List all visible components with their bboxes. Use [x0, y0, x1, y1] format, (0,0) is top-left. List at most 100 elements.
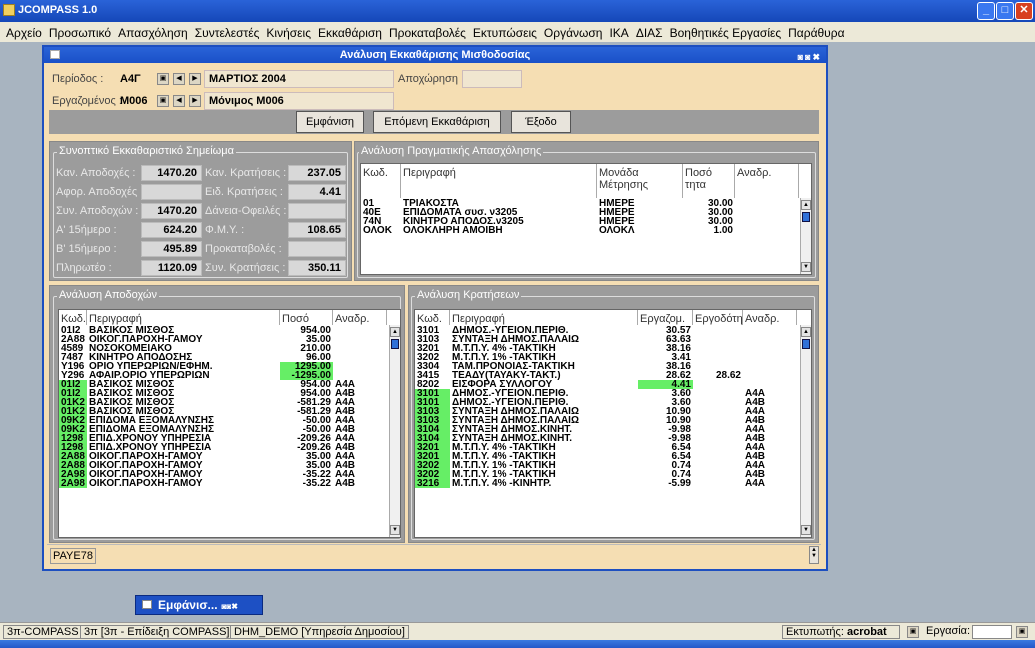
- table-cell: 2Α88: [59, 452, 87, 461]
- employee-prev-icon[interactable]: ◀: [173, 95, 185, 107]
- menu-item[interactable]: ΔΙΑΣ: [636, 26, 663, 40]
- deductions-row[interactable]: 3104 ΣΥΝΤΑΞΗ ΔΗΜΟΣ.ΚΙΝΗΤ. -9.98 Α4Α: [415, 425, 797, 434]
- next-clearance-button[interactable]: Επόμενη Εκκαθάριση: [373, 111, 501, 133]
- job-field[interactable]: [972, 625, 1012, 639]
- period-prev-icon[interactable]: ◀: [173, 73, 185, 85]
- earnings-row[interactable]: 01Κ2 ΒΑΣΙΚΟΣ ΜΙΣΘΟΣ -581.29 Α4Α: [59, 398, 387, 407]
- earnings-row[interactable]: 7487 ΚΙΝΗΤΡΟ ΑΠΟΔΟΣΗΣ 96.00: [59, 353, 387, 362]
- deductions-row[interactable]: 3101 ΔΗΜΟΣ.-ΥΓΕΙΟΝ.ΠΕΡΙΘ. 3.60 Α4Β: [415, 398, 797, 407]
- earnings-row[interactable]: 09Κ2 ΕΠΙΔΟΜΑ ΕΞΟΜΑΛΥΝΣΗΣ -50.00 Α4Α: [59, 416, 387, 425]
- deductions-row[interactable]: 3103 ΣΥΝΤΑΞΗ ΔΗΜΟΣ.ΠΑΛΑΙΩ 10.90 Α4Α: [415, 407, 797, 416]
- printer-field: Εκτυπωτής: acrobat: [782, 625, 900, 639]
- scroll-thumb[interactable]: [391, 339, 399, 349]
- employee-search-icon[interactable]: ▣: [157, 95, 169, 107]
- menu-item[interactable]: Κινήσεις: [266, 26, 311, 40]
- table-cell: 0.74: [671, 470, 691, 479]
- deductions-row[interactable]: 3103 ΣΥΝΤΑΞΗ ΔΗΜΟΣ.ΠΑΛΑΙΩ 10.90 Α4Β: [415, 416, 797, 425]
- deductions-row[interactable]: 3101 ΔΗΜΟΣ.-ΥΓΕΙΟΝ.ΠΕΡΙΘ. 30.57: [415, 326, 797, 335]
- earnings-row[interactable]: 4589 ΝΟΣΟΚΟΜΕΙΑΚΟ 210.00: [59, 344, 387, 353]
- job-select-icon[interactable]: ▣: [1016, 626, 1028, 638]
- deductions-row[interactable]: 3202 Μ.Τ.Π.Υ. 1% -ΤΑΚΤΙΚΗ 3.41: [415, 353, 797, 362]
- deductions-row[interactable]: 3201 Μ.Τ.Π.Υ. 4% -ΤΑΚΤΙΚΗ 38.16: [415, 344, 797, 353]
- status-spinner-icon[interactable]: ▲ ▼: [809, 546, 819, 564]
- menu-item[interactable]: Αρχείο: [6, 26, 42, 40]
- menu-item[interactable]: Προσωπικό: [49, 26, 111, 40]
- menu-item[interactable]: Οργάνωση: [544, 26, 603, 40]
- minimized-window[interactable]: Εμφάνισ... ◙◙✖: [135, 595, 263, 615]
- earnings-row[interactable]: 2Α98 ΟΙΚΟΓ.ΠΑΡΟΧΗ-ΓΑΜΟΥ -35.22 Α4Β: [59, 479, 387, 488]
- scroll-down-icon[interactable]: ▼: [801, 525, 811, 535]
- deductions-row[interactable]: 3104 ΣΥΝΤΑΞΗ ΔΗΜΟΣ.ΚΙΝΗΤ. -9.98 Α4Β: [415, 434, 797, 443]
- employee-code: Μ006: [120, 95, 148, 107]
- table-cell: -35.22: [302, 479, 331, 488]
- deductions-row[interactable]: 3202 Μ.Τ.Π.Υ. 1% -ΤΑΚΤΙΚΗ 0.74 Α4Β: [415, 470, 797, 479]
- table-scrollbar[interactable]: ▲ ▼: [800, 325, 811, 537]
- menu-item[interactable]: Εκτυπώσεις: [473, 26, 537, 40]
- earnings-row[interactable]: 2Α98 ΟΙΚΟΓ.ΠΑΡΟΧΗ-ΓΑΜΟΥ -35.22 Α4Α: [59, 470, 387, 479]
- deductions-row[interactable]: 3201 Μ.Τ.Π.Υ. 4% -ΤΑΚΤΙΚΗ 6.54 Α4Β: [415, 452, 797, 461]
- period-search-icon[interactable]: ▣: [157, 73, 169, 85]
- table-cell: ΚΙΝΗΤΡΟ ΑΠΟΔΟΣΗΣ: [89, 353, 193, 362]
- table-cell: 74Ν: [363, 217, 382, 226]
- menu-item[interactable]: ΙΚΑ: [609, 26, 628, 40]
- scroll-up-icon[interactable]: ▲: [390, 327, 400, 337]
- summary-right-label: Ειδ. Κρατήσεις :: [205, 186, 283, 198]
- earnings-row[interactable]: Υ296 ΑΦΑΙΡ.ΟΡΙΟ ΥΠΕΡΩΡΙΩΝ -1295.00: [59, 371, 387, 380]
- scroll-thumb[interactable]: [802, 339, 810, 349]
- scroll-up-icon[interactable]: ▲: [801, 327, 811, 337]
- earnings-row[interactable]: 2Α88 ΟΙΚΟΓ.ΠΑΡΟΧΗ-ΓΑΜΟΥ 35.00: [59, 335, 387, 344]
- earnings-row[interactable]: 01Ι2 ΒΑΣΙΚΟΣ ΜΙΣΘΟΣ 954.00 Α4Β: [59, 389, 387, 398]
- employment-row[interactable]: 74Ν ΚΙΝΗΤΡΟ ΑΠΟΔΟΣ.ν3205 ΗΜΕΡΕ 30.00: [361, 217, 799, 226]
- deductions-row[interactable]: 3103 ΣΥΝΤΑΞΗ ΔΗΜΟΣ.ΠΑΛΑΙΩ 63.63: [415, 335, 797, 344]
- close-button[interactable]: ✕: [1015, 2, 1033, 20]
- scroll-down-icon[interactable]: ▼: [390, 525, 400, 535]
- window-controls-icon[interactable]: ◙◙✖: [798, 49, 822, 65]
- deductions-row[interactable]: 3304 ΤΑΜ.ΠΡΟΝΟΙΑΣ-ΤΑΚΤΙΚΗ 38.16: [415, 362, 797, 371]
- table-scrollbar[interactable]: ▲ ▼: [800, 198, 811, 274]
- deductions-row[interactable]: 3201 Μ.Τ.Π.Υ. 4% -ΤΑΚΤΙΚΗ 6.54 Α4Α: [415, 443, 797, 452]
- scroll-down-icon[interactable]: ▼: [801, 262, 811, 272]
- scroll-thumb[interactable]: [802, 212, 810, 222]
- employment-row[interactable]: 40Ε ΕΠΙΔΟΜΑΤΑ συσ. ν3205 ΗΜΕΡΕ 30.00: [361, 208, 799, 217]
- deductions-row[interactable]: 8202 ΕΙΣΦΟΡΑ ΣΥΛΛΟΓΟΥ 4.41: [415, 380, 797, 389]
- scroll-up-icon[interactable]: ▲: [801, 200, 811, 210]
- employment-row[interactable]: ΟΛΟΚ ΟΛΟΚΛΗΡΗ ΑΜΟΙΒΗ ΟΛΟΚΛ 1.00: [361, 226, 799, 235]
- table-cell: Μ.Τ.Π.Υ. 4% -ΤΑΚΤΙΚΗ: [452, 443, 556, 452]
- earnings-row[interactable]: 1298 ΕΠΙΔ.ΧΡΟΝΟΥ ΥΠΗΡΕΣΙΑ -209.26 Α4Β: [59, 443, 387, 452]
- menu-item[interactable]: Εκκαθάριση: [318, 26, 382, 40]
- earnings-row[interactable]: 2Α88 ΟΙΚΟΓ.ΠΑΡΟΧΗ-ΓΑΜΟΥ 35.00 Α4Α: [59, 452, 387, 461]
- maximize-button[interactable]: □: [996, 2, 1014, 20]
- table-scrollbar[interactable]: ▲ ▼: [389, 325, 400, 537]
- minimize-button[interactable]: _: [977, 2, 995, 20]
- table-cell: 28.62: [665, 371, 691, 380]
- earnings-row[interactable]: 1298 ΕΠΙΔ.ΧΡΟΝΟΥ ΥΠΗΡΕΣΙΑ -209.26 Α4Α: [59, 434, 387, 443]
- exit-button[interactable]: Έξοδο: [511, 111, 571, 133]
- menu-item[interactable]: Παράθυρα: [788, 26, 844, 40]
- employee-next-icon[interactable]: ▶: [189, 95, 201, 107]
- earnings-row[interactable]: 01Ι2 ΒΑΣΙΚΟΣ ΜΙΣΘΟΣ 954.00: [59, 326, 387, 335]
- employment-row[interactable]: 01 ΤΡΙΑΚΟΣΤΑ ΗΜΕΡΕ 30.00: [361, 199, 799, 208]
- printer-select-icon[interactable]: ▣: [907, 626, 919, 638]
- table-cell: Α4Α: [335, 416, 356, 425]
- departure-field[interactable]: [462, 70, 522, 88]
- period-next-icon[interactable]: ▶: [189, 73, 201, 85]
- minimized-controls-icon[interactable]: ◙◙✖: [222, 602, 238, 611]
- earnings-row[interactable]: 01Κ2 ΒΑΣΙΚΟΣ ΜΙΣΘΟΣ -581.29 Α4Β: [59, 407, 387, 416]
- table-cell: Α4Β: [335, 461, 356, 470]
- menu-item[interactable]: Συντελεστές: [195, 26, 260, 40]
- deductions-row[interactable]: 3101 ΔΗΜΟΣ.-ΥΓΕΙΟΝ.ΠΕΡΙΘ. 3.60 Α4Α: [415, 389, 797, 398]
- menu-item[interactable]: Απασχόληση: [118, 26, 188, 40]
- menu-item[interactable]: Βοηθητικές Εργασίες: [670, 26, 782, 40]
- table-header: Μονάδα Μέτρησης: [597, 164, 683, 198]
- deductions-row[interactable]: 3216 Μ.Τ.Π.Υ. 4% -ΚΙΝΗΤΡ. -5.99 Α4Α: [415, 479, 797, 488]
- deductions-row[interactable]: 3202 Μ.Τ.Π.Υ. 1% -ΤΑΚΤΙΚΗ 0.74 Α4Α: [415, 461, 797, 470]
- table-cell: 3.60: [671, 389, 691, 398]
- menu-item[interactable]: Προκαταβολές: [389, 26, 466, 40]
- earnings-row[interactable]: 09Κ2 ΕΠΙΔΟΜΑ ΕΞΟΜΑΛΥΝΣΗΣ -50.00 Α4Β: [59, 425, 387, 434]
- show-button[interactable]: Εμφάνιση: [296, 111, 364, 133]
- earnings-row[interactable]: 01Ι2 ΒΑΣΙΚΟΣ ΜΙΣΘΟΣ 954.00 Α4Α: [59, 380, 387, 389]
- taskbar: [0, 640, 1035, 648]
- earnings-row[interactable]: 2Α88 ΟΙΚΟΓ.ΠΑΡΟΧΗ-ΓΑΜΟΥ 35.00 Α4Β: [59, 461, 387, 470]
- earnings-row[interactable]: Υ196 ΟΡΙΟ ΥΠΕΡΩΡΙΩΝ/ΕΦΗΜ. 1295.00: [59, 362, 387, 371]
- deductions-row[interactable]: 3415 ΤΕΑΔΥ(ΤΑΥΑΚΥ-ΤΑΚΤ.) 28.62 28.62: [415, 371, 797, 380]
